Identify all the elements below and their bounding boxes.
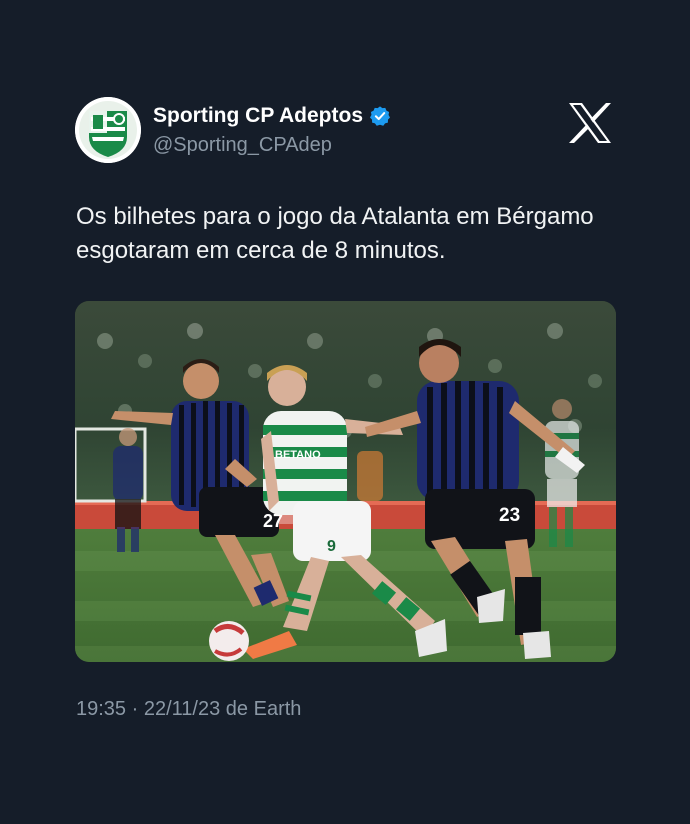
tweet-card: Sporting CP Adeptos @Sporting_CPAdep Os …: [0, 0, 690, 824]
verified-badge-icon: [369, 105, 391, 127]
author-handle[interactable]: @Sporting_CPAdep: [153, 134, 332, 157]
football-match-photo: 27 BETANO 9 23: [75, 301, 616, 662]
football-icon: [209, 621, 249, 661]
sponsor-text: BETANO: [275, 449, 321, 461]
jersey-number-9: 9: [327, 538, 336, 555]
tweet-text: Os bilhetes para o jogo da Atalanta em B…: [76, 203, 594, 264]
x-logo-icon[interactable]: [568, 102, 612, 144]
sporting-crest-icon: [75, 97, 141, 163]
tweet-date: 22/11/23: [143, 698, 221, 720]
tweet-timestamp[interactable]: 19:35 · 22/11/23 de Earth: [76, 698, 301, 721]
tweet-media-photo[interactable]: 27 BETANO 9 23: [75, 301, 616, 662]
jersey-number-23: 23: [499, 505, 520, 526]
author-display-name[interactable]: Sporting CP Adeptos: [153, 104, 363, 128]
meta-separator: ·: [131, 698, 139, 720]
tweet-time: 19:35: [76, 698, 127, 720]
author-avatar[interactable]: [75, 97, 141, 163]
author-name-row: Sporting CP Adeptos: [153, 104, 391, 128]
tweet-source: de Earth: [225, 698, 302, 720]
